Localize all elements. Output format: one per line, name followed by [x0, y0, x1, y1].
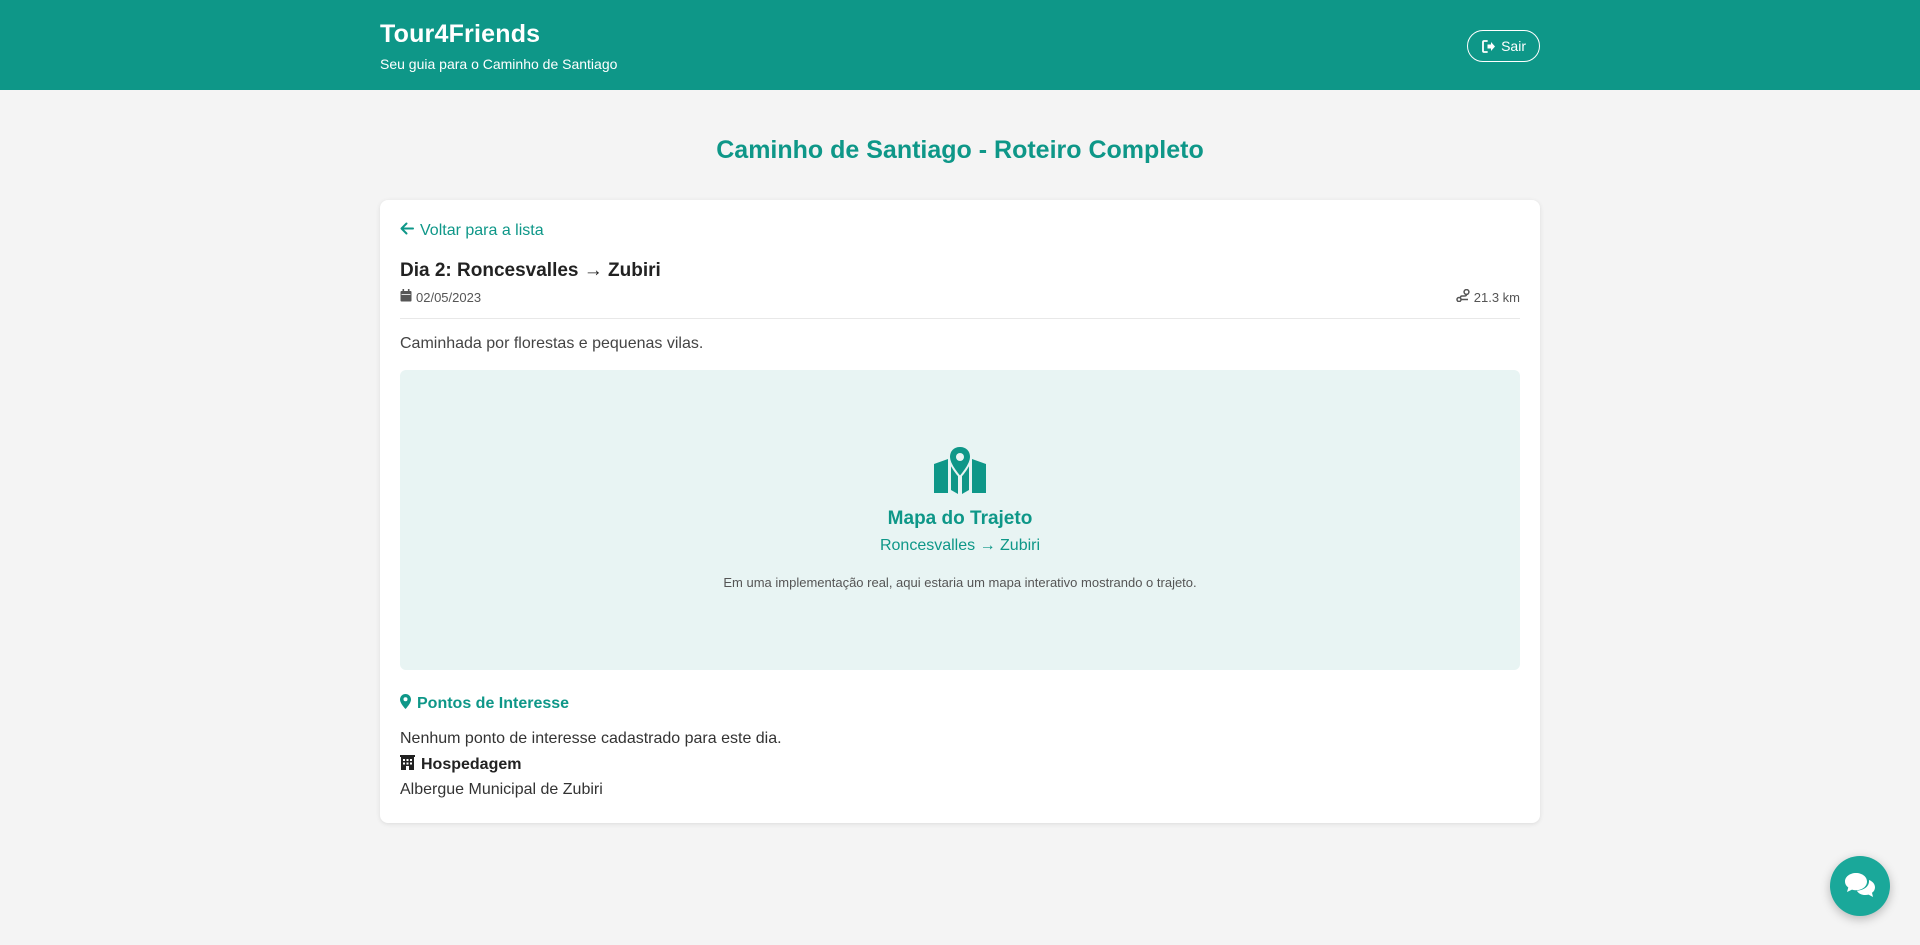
day-meta: 02/05/2023 21.3 km: [400, 288, 1520, 305]
day-distance: 21.3 km: [1473, 289, 1520, 305]
lodging-heading: Hospedagem: [400, 755, 521, 775]
poi-heading-label: Pontos de Interesse: [417, 695, 570, 712]
poi-empty-message: Nenhum ponto de interesse cadastrado par…: [400, 730, 782, 747]
meta-divider: [400, 318, 1520, 319]
distance-meta: 21.3 km: [1456, 288, 1520, 305]
back-label: Voltar para a lista: [420, 222, 544, 239]
app-header: Tour4Friends Seu guia para o Caminho de …: [0, 0, 1920, 90]
brand-tagline: Seu guia para o Caminho de Santiago: [380, 56, 618, 72]
day-detail-card: Voltar para a lista Dia 2: Roncesvalles …: [380, 200, 1540, 823]
map-route: Roncesvalles → Zubiri: [879, 537, 1041, 554]
lodging-heading-label: Hospedagem: [421, 756, 522, 773]
logout-button[interactable]: Sair: [1467, 30, 1540, 62]
page-title: Caminho de Santiago - Roteiro Completo: [716, 136, 1204, 164]
sign-out-icon: [1482, 39, 1496, 53]
chat-button[interactable]: [1830, 856, 1890, 916]
chat-bubbles-icon: [1844, 871, 1876, 902]
route-icon: [1456, 288, 1470, 305]
map-location-icon: [932, 444, 988, 499]
route-map-placeholder: Mapa do Trajeto Roncesvalles → Zubiri Em…: [400, 370, 1520, 670]
back-to-list-link[interactable]: Voltar para a lista: [400, 222, 544, 240]
hotel-icon: [400, 755, 415, 775]
day-title: Dia 2: Roncesvalles → Zubiri: [400, 260, 661, 281]
date-meta: 02/05/2023: [400, 289, 481, 305]
arrow-left-icon: [400, 222, 414, 240]
header-inner: Tour4Friends Seu guia para o Caminho de …: [380, 0, 1540, 90]
brand-title: Tour4Friends: [380, 20, 541, 48]
day-date: 02/05/2023: [416, 289, 482, 305]
lodging-name: Albergue Municipal de Zubiri: [400, 781, 603, 798]
day-description: Caminhada por florestas e pequenas vilas…: [400, 335, 704, 352]
map-note: Em uma implementação real, aqui estaria …: [723, 575, 1197, 590]
logout-label: Sair: [1501, 38, 1526, 54]
map-pin-icon: [400, 694, 411, 714]
map-title: Mapa do Trajeto: [887, 508, 1033, 529]
calendar-icon: [400, 289, 412, 305]
points-of-interest-heading: Pontos de Interesse: [400, 694, 569, 714]
